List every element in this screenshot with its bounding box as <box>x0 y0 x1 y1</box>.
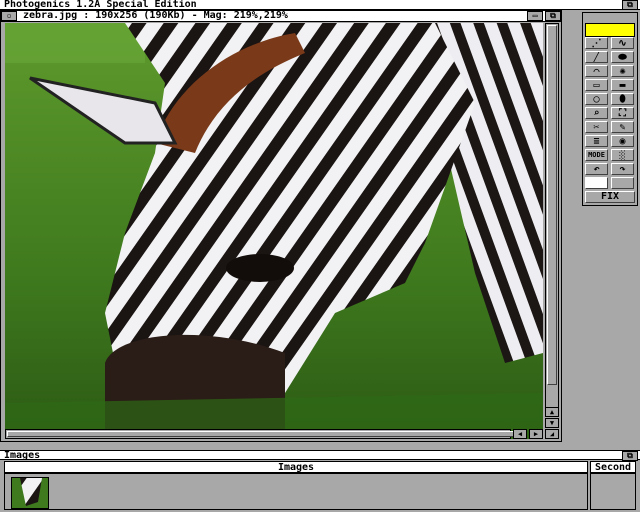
zebra-photo <box>5 23 543 439</box>
scroll-right-arrow-icon[interactable]: ▶ <box>529 429 543 439</box>
tool-airbrush-icon[interactable]: ✺ <box>611 65 634 77</box>
tool-fit-window-icon[interactable]: ⛶ <box>611 107 634 119</box>
horizontal-scroll-knob[interactable] <box>7 431 527 437</box>
toolbox-window: ⋰ ∿ ╱ ⬬ ⌒ ✺ ▭ ▬ ◯ ⬮ ⌕ ⛶ ✂ ✎ ≡ ◉ MODE ░ ↶ ↷ FIX <box>582 12 638 206</box>
images-list <box>4 473 588 510</box>
tool-rectangle-icon[interactable]: ▭ <box>585 79 608 91</box>
tool-filled-rectangle-icon[interactable]: ▬ <box>611 79 634 91</box>
images-panel-title: Images <box>4 450 41 461</box>
tool-freehand-icon[interactable]: ∿ <box>611 37 634 49</box>
second-list <box>590 473 636 510</box>
tool-curve-icon[interactable]: ⌒ <box>585 65 608 77</box>
image-window-titlebar[interactable]: ▫ zebra.jpg : 190x256 (190Kb) - Mag: 219… <box>1 11 561 22</box>
images-panel-titlebar: Images ⧉ <box>0 450 640 461</box>
zoom-gadget-icon[interactable]: ▭ <box>527 11 543 21</box>
tool-pipette-icon[interactable]: ✎ <box>611 121 634 133</box>
tool-grey-swatch-icon[interactable] <box>611 177 634 189</box>
images-panel-depth-icon[interactable]: ⧉ <box>622 451 638 461</box>
tool-dotted-line-icon[interactable]: ⋰ <box>585 37 608 49</box>
images-panel: Images Second <box>0 461 640 512</box>
vertical-scrollbar[interactable] <box>545 23 559 417</box>
tool-white-swatch-icon[interactable] <box>585 177 608 189</box>
tool-scissors-icon[interactable]: ✂ <box>585 121 608 133</box>
zebra-thumbnail[interactable] <box>11 477 49 509</box>
tool-ellipse-icon[interactable]: ◯ <box>585 93 608 105</box>
screen-title-bar: Photogenics 1.2A Special Edition ⧉ <box>0 0 640 10</box>
tool-undo-icon[interactable]: ↶ <box>585 163 608 175</box>
tool-redo-icon[interactable]: ↷ <box>611 163 634 175</box>
close-gadget-icon[interactable]: ▫ <box>1 11 17 21</box>
image-window: ▫ zebra.jpg : 190x256 (190Kb) - Mag: 219… <box>0 10 562 442</box>
vertical-scroll-knob[interactable] <box>547 25 557 385</box>
thumbnail-icon <box>12 478 48 508</box>
images-column-header: Images <box>4 461 588 473</box>
screen-title: Photogenics 1.2A Special Edition <box>4 0 197 10</box>
tool-mode-button[interactable]: MODE <box>585 149 608 161</box>
tool-sphere-icon[interactable]: ◉ <box>611 135 634 147</box>
tool-text-icon[interactable]: ≡ <box>585 135 608 147</box>
fix-button[interactable]: FIX <box>585 191 635 203</box>
depth-gadget-icon[interactable]: ⧉ <box>545 11 561 21</box>
horizontal-scrollbar[interactable] <box>5 429 527 439</box>
second-column-header: Second <box>590 461 636 473</box>
color-swatch[interactable] <box>585 23 635 37</box>
size-gadget-icon[interactable]: ◢ <box>545 429 559 439</box>
tool-line-icon[interactable]: ╱ <box>585 51 608 63</box>
tool-filled-ellipse-2-icon[interactable]: ⬮ <box>611 93 634 105</box>
scroll-left-arrow-icon[interactable]: ◀ <box>513 429 527 439</box>
tool-magnifier-icon[interactable]: ⌕ <box>585 107 608 119</box>
tool-filled-ellipse-icon[interactable]: ⬬ <box>611 51 634 63</box>
zebra-image-canvas[interactable] <box>5 23 543 439</box>
scroll-down-arrow-icon[interactable]: ▼ <box>545 418 559 428</box>
scroll-up-arrow-icon[interactable]: ▲ <box>545 407 559 417</box>
screen-depth-gadget[interactable]: ⧉ <box>622 0 638 10</box>
tool-dither-icon[interactable]: ░ <box>611 149 634 161</box>
image-window-title: zebra.jpg : 190x256 (190Kb) - Mag: 219%,… <box>23 10 288 21</box>
